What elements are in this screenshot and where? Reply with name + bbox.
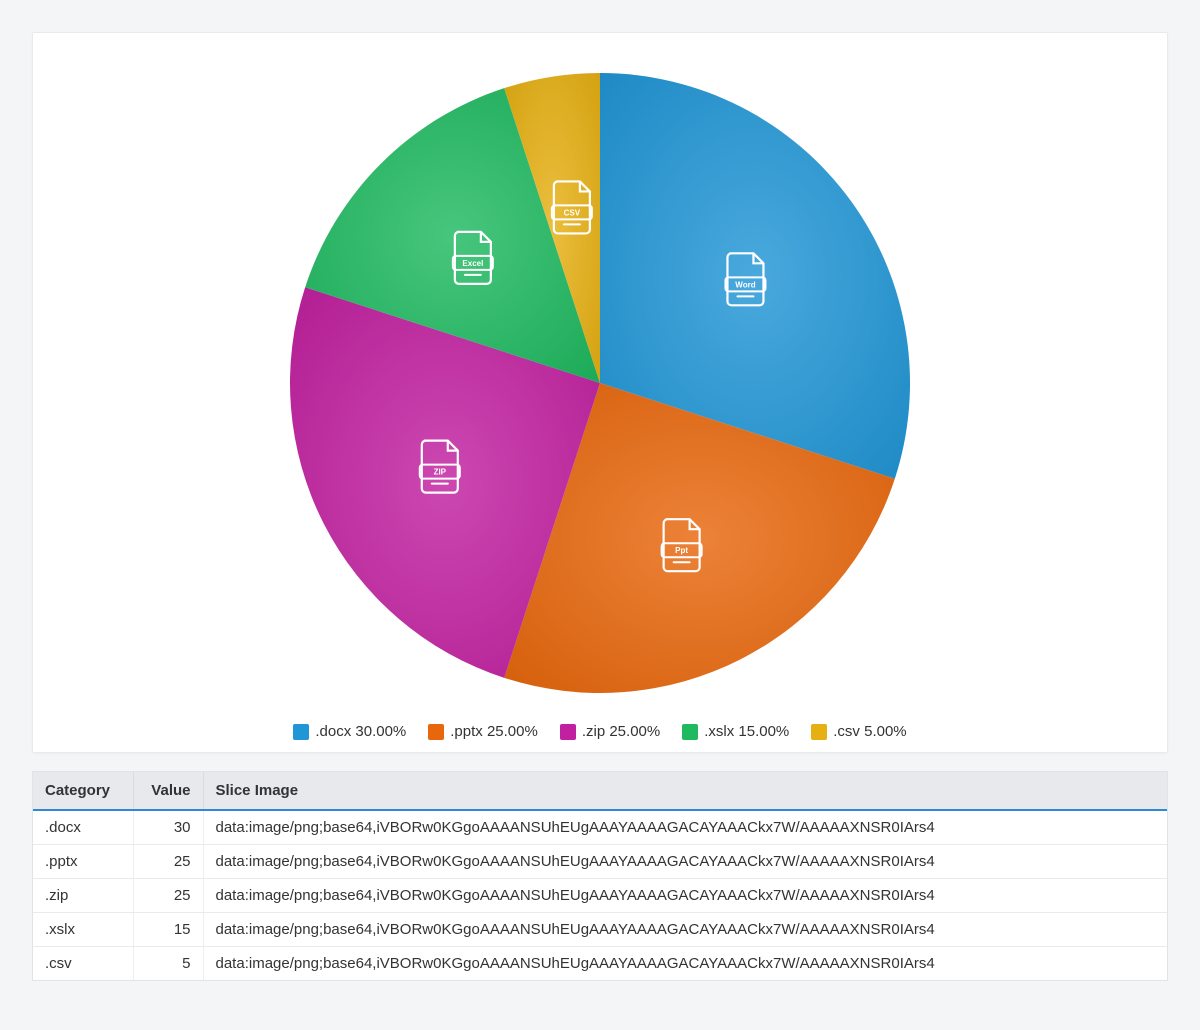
table-row[interactable]: .xslx15data:image/png;base64,iVBORw0KGgo… xyxy=(33,913,1167,947)
table-row[interactable]: .zip25data:image/png;base64,iVBORw0KGgoA… xyxy=(33,879,1167,913)
pie-svg: Word Ppt ZIP Excel CSV xyxy=(270,53,930,713)
chart-legend: .docx 30.00% .pptx 25.00% .zip 25.00% .xslx… xyxy=(53,723,1147,740)
legend-label: .zip 25.00% xyxy=(582,723,660,740)
table-row[interactable]: .docx30data:image/png;base64,iVBORw0KGgo… xyxy=(33,810,1167,845)
legend-swatch xyxy=(293,724,309,740)
legend-item[interactable]: .docx 30.00% xyxy=(293,723,406,740)
data-table-body: .docx30data:image/png;base64,iVBORw0KGgo… xyxy=(33,810,1167,980)
chart-card: Word Ppt ZIP Excel CSV .docx 30.00% .pptx 25.… xyxy=(32,32,1168,753)
table-row[interactable]: .csv5data:image/png;base64,iVBORw0KGgoAA… xyxy=(33,947,1167,981)
table-row[interactable]: .pptx25data:image/png;base64,iVBORw0KGgo… xyxy=(33,845,1167,879)
cell-slice-image: data:image/png;base64,iVBORw0KGgoAAAANSU… xyxy=(203,879,1167,913)
legend-label: .pptx 25.00% xyxy=(450,723,538,740)
col-header-value[interactable]: Value xyxy=(133,772,203,810)
cell-value: 30 xyxy=(133,810,203,845)
legend-item[interactable]: .xslx 15.00% xyxy=(682,723,789,740)
cell-value: 25 xyxy=(133,845,203,879)
cell-category: .docx xyxy=(33,810,133,845)
legend-swatch xyxy=(428,724,444,740)
cell-value: 15 xyxy=(133,913,203,947)
legend-label: .docx 30.00% xyxy=(315,723,406,740)
cell-slice-image: data:image/png;base64,iVBORw0KGgoAAAANSU… xyxy=(203,947,1167,981)
svg-text:ZIP: ZIP xyxy=(434,468,447,477)
cell-slice-image: data:image/png;base64,iVBORw0KGgoAAAANSU… xyxy=(203,913,1167,947)
legend-item[interactable]: .csv 5.00% xyxy=(811,723,906,740)
svg-text:CSV: CSV xyxy=(564,208,581,217)
cell-category: .zip xyxy=(33,879,133,913)
legend-label: .xslx 15.00% xyxy=(704,723,789,740)
data-table: Category Value Slice Image .docx30data:i… xyxy=(33,772,1167,980)
svg-text:Excel: Excel xyxy=(462,259,483,268)
cell-value: 5 xyxy=(133,947,203,981)
legend-swatch xyxy=(560,724,576,740)
col-header-slice-image[interactable]: Slice Image xyxy=(203,772,1167,810)
cell-slice-image: data:image/png;base64,iVBORw0KGgoAAAANSU… xyxy=(203,810,1167,845)
legend-swatch xyxy=(682,724,698,740)
cell-category: .xslx xyxy=(33,913,133,947)
legend-swatch xyxy=(811,724,827,740)
legend-item[interactable]: .zip 25.00% xyxy=(560,723,660,740)
data-table-card: Category Value Slice Image .docx30data:i… xyxy=(32,771,1168,981)
cell-category: .pptx xyxy=(33,845,133,879)
svg-text:Ppt: Ppt xyxy=(675,546,688,555)
cell-slice-image: data:image/png;base64,iVBORw0KGgoAAAANSU… xyxy=(203,845,1167,879)
svg-text:Word: Word xyxy=(735,280,755,289)
legend-item[interactable]: .pptx 25.00% xyxy=(428,723,538,740)
col-header-category[interactable]: Category xyxy=(33,772,133,810)
cell-category: .csv xyxy=(33,947,133,981)
legend-label: .csv 5.00% xyxy=(833,723,906,740)
cell-value: 25 xyxy=(133,879,203,913)
pie-chart: Word Ppt ZIP Excel CSV xyxy=(53,53,1147,713)
